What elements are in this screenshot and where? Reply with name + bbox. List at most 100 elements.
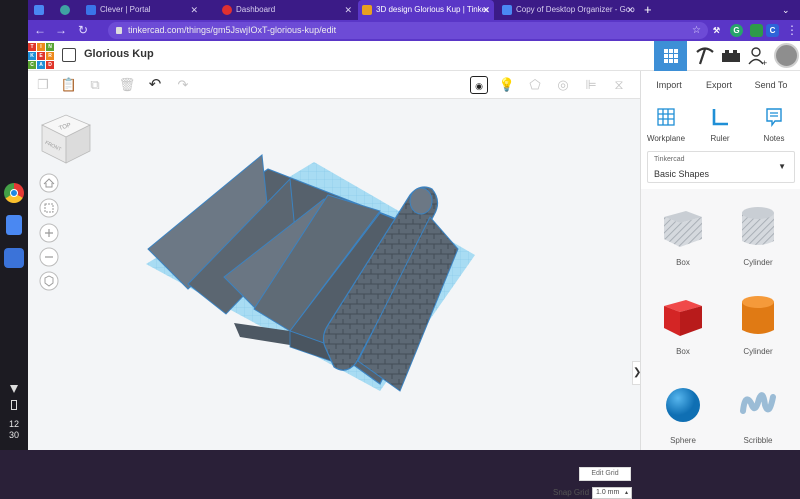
shape-label: Cylinder bbox=[743, 347, 773, 356]
snap-grid-value: 1.0 mm bbox=[596, 489, 620, 496]
clock-hour: 12 bbox=[8, 419, 19, 429]
clock[interactable]: 12 30 bbox=[0, 419, 28, 441]
tab-slides[interactable]: Copy of Desktop Organizer - Goo ✕ bbox=[498, 0, 638, 20]
wifi-icon[interactable] bbox=[10, 385, 18, 393]
logo-cell: T bbox=[28, 43, 36, 51]
cylinder-icon bbox=[742, 296, 774, 334]
workplane-tool[interactable]: Workplane bbox=[641, 107, 691, 143]
scribble-icon bbox=[740, 392, 776, 414]
copy-icon[interactable]: ❐ bbox=[34, 76, 52, 94]
tab-title: Clever | Portal bbox=[100, 5, 151, 14]
ruler-tool[interactable]: Ruler bbox=[695, 107, 745, 143]
shape-cylinder-hole[interactable]: Cylinder bbox=[723, 203, 793, 267]
edit-grid-button[interactable]: Edit Grid bbox=[579, 467, 631, 481]
export-button[interactable]: Export bbox=[695, 75, 743, 95]
sphere-icon bbox=[666, 388, 700, 422]
clever-icon bbox=[86, 5, 96, 15]
shape-label: Box bbox=[676, 347, 690, 356]
app-top-bar: T I N K E R C A D Glorious Kup + bbox=[28, 41, 800, 71]
os-shelf: 12 30 bbox=[0, 0, 28, 450]
import-button[interactable]: Import bbox=[645, 75, 693, 95]
tinkercad-app: T I N K E R C A D Glorious Kup + ❐ 📋 ⧉ 🗑 bbox=[28, 41, 800, 499]
workplane-canvas[interactable]: TOP FRONT ❯ Edit Grid Snap Grid 1.0 mm ▴ bbox=[28, 99, 642, 499]
design-title[interactable]: Glorious Kup bbox=[84, 48, 154, 60]
snap-grid-select[interactable]: 1.0 mm ▴ bbox=[592, 487, 632, 499]
reload-icon[interactable]: ↻ bbox=[78, 22, 88, 39]
dashboard-icon bbox=[222, 5, 232, 15]
ruler-icon bbox=[712, 109, 728, 126]
tab-docs[interactable] bbox=[30, 0, 56, 20]
3d-view-button[interactable] bbox=[654, 41, 687, 71]
close-tab-icon[interactable]: ✕ bbox=[190, 0, 198, 20]
chevron-up-icon: ▴ bbox=[624, 490, 628, 496]
align-icon[interactable]: ⊫ bbox=[582, 76, 600, 94]
docs-app-icon[interactable] bbox=[6, 215, 22, 235]
mirror-icon[interactable]: ⧖ bbox=[610, 76, 628, 94]
notes-tool[interactable]: Notes bbox=[749, 107, 799, 143]
url-field[interactable]: tinkercad.com/things/gm5JswjIOxT-gloriou… bbox=[108, 22, 708, 39]
camera-app-icon[interactable] bbox=[4, 248, 24, 268]
shape-sphere[interactable]: Sphere bbox=[648, 381, 718, 445]
chrome-app-icon[interactable] bbox=[4, 183, 24, 203]
green-extension-icon[interactable] bbox=[750, 24, 763, 37]
clever-extension-icon[interactable]: C bbox=[766, 24, 779, 37]
workplane-icon bbox=[657, 108, 675, 126]
shape-library-source: Tinkercad bbox=[654, 156, 685, 163]
close-tab-icon[interactable]: ✕ bbox=[626, 0, 634, 20]
show-all-icon[interactable]: ◉ bbox=[470, 76, 488, 94]
shape-library-dropdown[interactable]: Tinkercad Basic Shapes ▼ bbox=[647, 151, 795, 183]
forward-icon[interactable]: → bbox=[55, 22, 67, 39]
pickaxe-extension-icon[interactable]: ⚒ bbox=[710, 24, 723, 37]
bookmark-star-icon[interactable]: ☆ bbox=[692, 22, 701, 39]
desk-organizer-model[interactable] bbox=[28, 99, 640, 450]
box-hole-icon bbox=[664, 211, 702, 247]
caret-down-icon: ▼ bbox=[778, 162, 786, 171]
shape-cylinder[interactable]: Cylinder bbox=[723, 292, 793, 356]
tab-search-icon[interactable]: ⌄ bbox=[782, 0, 790, 20]
add-user-icon: + bbox=[748, 47, 767, 68]
tab-title: Copy of Desktop Organizer - Goo bbox=[516, 5, 635, 14]
more-options-icon[interactable]: ⋮ bbox=[786, 22, 798, 39]
edit-toolbar: ❐ 📋 ⧉ 🗑 ↶ ↷ ◉ 💡 ⬠ ◎ ⊫ ⧖ bbox=[28, 71, 640, 99]
docs-icon bbox=[34, 5, 44, 15]
new-tab-button[interactable]: + bbox=[644, 0, 652, 20]
shape-grid: Box Cylinder Box Cylinder Sphere Scribbl… bbox=[641, 189, 800, 450]
tab-tinkercad[interactable]: 3D design Glorious Kup | Tinker ✕ bbox=[358, 0, 494, 20]
tab-dashboard[interactable]: Dashboard ✕ bbox=[218, 0, 356, 20]
shape-box-hole[interactable]: Box bbox=[648, 203, 718, 267]
tinkercad-logo[interactable]: T I N K E R C A D bbox=[28, 43, 54, 69]
invite-button[interactable]: + bbox=[742, 41, 775, 71]
shape-box[interactable]: Box bbox=[648, 292, 718, 356]
undo-icon[interactable]: ↶ bbox=[146, 76, 164, 94]
close-tab-icon[interactable]: ✕ bbox=[482, 0, 490, 20]
close-tab-icon[interactable]: ✕ bbox=[344, 0, 352, 20]
shape-label: Box bbox=[676, 258, 690, 267]
tab-extension[interactable] bbox=[56, 0, 82, 20]
grid-icon bbox=[664, 49, 678, 63]
user-avatar[interactable] bbox=[774, 43, 799, 68]
logo-cell: I bbox=[37, 43, 45, 51]
workplane-label: Workplane bbox=[646, 134, 686, 143]
note-icon[interactable]: 💡 bbox=[498, 76, 516, 94]
shape-outline-icon[interactable]: ⬠ bbox=[526, 76, 544, 94]
logo-cell: C bbox=[28, 61, 36, 69]
duplicate-icon[interactable]: ⧉ bbox=[86, 76, 104, 94]
paste-icon[interactable]: 📋 bbox=[60, 76, 78, 94]
delete-icon[interactable]: 🗑 bbox=[118, 76, 136, 94]
lock-icon bbox=[116, 27, 122, 34]
send-to-button[interactable]: Send To bbox=[745, 75, 797, 95]
notes-icon bbox=[766, 108, 782, 128]
back-icon[interactable]: ← bbox=[34, 22, 46, 39]
logo-cell: N bbox=[46, 43, 54, 51]
tab-clever[interactable]: Clever | Portal ✕ bbox=[82, 0, 202, 20]
url-text: tinkercad.com/things/gm5JswjIOxT-gloriou… bbox=[128, 25, 337, 35]
box-icon bbox=[664, 300, 702, 336]
redo-icon[interactable]: ↷ bbox=[174, 76, 192, 94]
cylinder-hole-icon bbox=[742, 207, 774, 245]
battery-icon[interactable] bbox=[11, 400, 17, 410]
ruler-label: Ruler bbox=[710, 134, 730, 143]
grammarly-extension-icon[interactable]: G bbox=[730, 24, 743, 37]
design-menu-icon[interactable] bbox=[62, 48, 76, 62]
shape-scribble[interactable]: Scribble bbox=[723, 381, 793, 445]
group-icon[interactable]: ◎ bbox=[554, 76, 572, 94]
